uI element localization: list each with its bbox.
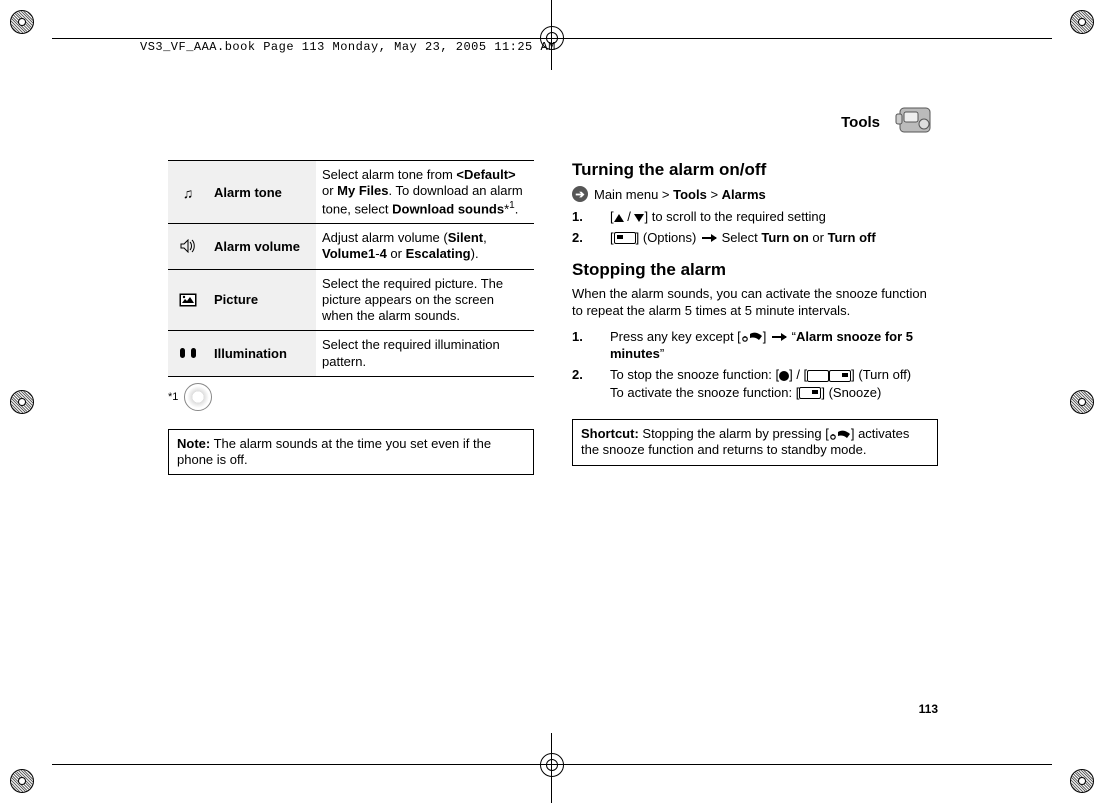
crop-mark xyxy=(1034,10,1094,70)
step-item: 2. To stop the snooze function: [] / [] … xyxy=(572,366,938,401)
crop-mark xyxy=(10,372,70,432)
row-label: Illumination xyxy=(208,331,316,377)
table-row: Alarm volume Adjust alarm volume (Silent… xyxy=(168,224,534,270)
up-key-icon xyxy=(614,214,624,222)
arrow-right-icon xyxy=(702,237,716,239)
steps-list: 1. [ / ] to scroll to the required setti… xyxy=(572,208,938,246)
step-item: 2. [] (Options) Select Turn on or Turn o… xyxy=(572,229,938,247)
shortcut-box: Shortcut: Stopping the alarm by pressing… xyxy=(572,419,938,466)
illumination-icon xyxy=(179,346,197,362)
end-key-icon xyxy=(829,429,851,441)
center-key-icon xyxy=(779,371,789,381)
step-item: 1. Press any key except [] “Alarm snooze… xyxy=(572,328,938,363)
page-content: Tools ♫ Alarm tone Select alarm tone fro… xyxy=(168,100,938,700)
step-item: 1. [ / ] to scroll to the required setti… xyxy=(572,208,938,226)
row-label: Alarm volume xyxy=(208,224,316,270)
row-desc: Select the required picture. The picture… xyxy=(316,269,534,331)
arrow-right-icon xyxy=(772,336,786,338)
right-column: Turning the alarm on/off ➔ Main menu > T… xyxy=(572,160,938,475)
steps-list-2: 1. Press any key except [] “Alarm snooze… xyxy=(572,328,938,401)
table-row: Illumination Select the required illumin… xyxy=(168,331,534,377)
row-desc: Select alarm tone from <Default> or My F… xyxy=(316,161,534,224)
note-box: Note: The alarm sounds at the time you s… xyxy=(168,429,534,476)
table-row: Picture Select the required picture. The… xyxy=(168,269,534,331)
music-note-icon: ♫ xyxy=(183,186,194,200)
down-key-icon xyxy=(634,214,644,222)
heading-turning-alarm: Turning the alarm on/off xyxy=(572,160,938,180)
section-title: Tools xyxy=(841,114,880,131)
speaker-icon xyxy=(180,239,196,255)
heading-stopping-alarm: Stopping the alarm xyxy=(572,260,938,280)
right-softkey-icon xyxy=(799,387,821,399)
right-softkey-icon xyxy=(807,370,829,382)
left-column: ♫ Alarm tone Select alarm tone from <Def… xyxy=(168,160,534,475)
row-desc: Select the required illumination pattern… xyxy=(316,331,534,377)
picture-icon xyxy=(179,293,197,309)
crop-mark xyxy=(10,10,70,70)
right-softkey-icon xyxy=(829,370,851,382)
table-row: ♫ Alarm tone Select alarm tone from <Def… xyxy=(168,161,534,224)
print-header: VS3_VF_AAA.book Page 113 Monday, May 23,… xyxy=(140,40,556,54)
tools-icon xyxy=(894,100,938,140)
row-label: Picture xyxy=(208,269,316,331)
left-softkey-icon xyxy=(614,232,636,244)
settings-table: ♫ Alarm tone Select alarm tone from <Def… xyxy=(168,160,534,377)
crop-mark xyxy=(1034,733,1094,793)
row-desc: Adjust alarm volume (Silent, Volume1-4 o… xyxy=(316,224,534,270)
page-number: 113 xyxy=(919,702,938,716)
footnote: *1 xyxy=(168,383,534,411)
crop-mark xyxy=(10,733,70,793)
subheading-text: When the alarm sounds, you can activate … xyxy=(572,286,938,320)
end-key-icon xyxy=(741,331,763,343)
live-icon xyxy=(184,383,212,411)
row-label: Alarm tone xyxy=(208,161,316,224)
arrow-circle-icon: ➔ xyxy=(572,186,588,202)
breadcrumb: ➔ Main menu > Tools > Alarms xyxy=(572,186,938,202)
crop-mark xyxy=(1034,372,1094,432)
